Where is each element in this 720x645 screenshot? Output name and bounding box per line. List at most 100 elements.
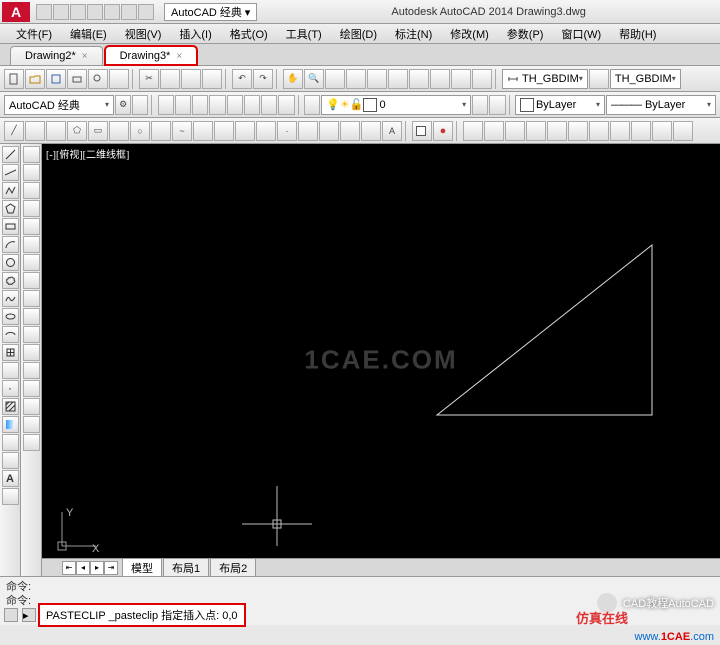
make-block-icon[interactable] — [2, 362, 19, 379]
hatch-icon[interactable] — [298, 121, 318, 141]
save-icon[interactable] — [46, 69, 66, 89]
point-icon[interactable]: · — [2, 380, 19, 397]
first-icon[interactable]: ⇤ — [62, 561, 76, 575]
qat-save-icon[interactable] — [70, 4, 86, 20]
drawing-canvas[interactable]: [-][俯视][二维线框] 1CAE.COM Y X ⇤ ◂ ▸ ⇥ 模型 布局… — [42, 144, 720, 576]
menu-view[interactable]: 视图(V) — [117, 24, 170, 44]
solid1-icon[interactable] — [463, 121, 483, 141]
layer-combo[interactable]: 💡 ☀ 🔓 0 ▾ — [321, 95, 471, 115]
workspace-dropdown[interactable]: AutoCAD 经典 ▾ — [164, 3, 257, 21]
rotate-icon[interactable] — [23, 254, 40, 271]
circle-icon[interactable]: ○ — [130, 121, 150, 141]
spline-icon[interactable] — [2, 290, 19, 307]
menu-dimension[interactable]: 标注(N) — [387, 24, 440, 44]
markup-icon[interactable] — [451, 69, 471, 89]
dim-linear-icon[interactable] — [589, 69, 609, 89]
solid11-icon[interactable] — [673, 121, 693, 141]
doc-tab-drawing2[interactable]: Drawing2* × — [10, 46, 103, 65]
sheet-set-icon[interactable] — [430, 69, 450, 89]
xline-icon[interactable] — [2, 164, 19, 181]
line-icon[interactable]: ╱ — [4, 121, 24, 141]
move-icon[interactable] — [23, 236, 40, 253]
osnap8-icon[interactable] — [278, 95, 294, 115]
arc-icon[interactable] — [2, 236, 19, 253]
solid6-icon[interactable] — [568, 121, 588, 141]
solid2-icon[interactable] — [484, 121, 504, 141]
preview-icon[interactable] — [88, 69, 108, 89]
zoom-icon[interactable]: 🔍 — [304, 69, 324, 89]
layout-tab-layout2[interactable]: 布局2 — [210, 558, 256, 577]
hatch-icon[interactable] — [2, 398, 19, 415]
app-logo[interactable]: A — [2, 2, 30, 22]
layer-manager-icon[interactable] — [304, 95, 320, 115]
osnap3-icon[interactable] — [192, 95, 208, 115]
redo-icon[interactable]: ↷ — [253, 69, 273, 89]
qat-saveas-icon[interactable] — [87, 4, 103, 20]
fillet-icon[interactable] — [23, 398, 40, 415]
revcloud-icon[interactable] — [151, 121, 171, 141]
solid7-icon[interactable] — [589, 121, 609, 141]
menu-tools[interactable]: 工具(T) — [278, 24, 330, 44]
addselected-icon[interactable] — [2, 488, 19, 505]
close-icon[interactable]: × — [176, 51, 182, 62]
array-icon[interactable] — [23, 218, 40, 235]
gradient-icon[interactable] — [2, 416, 19, 433]
chamfer-icon[interactable] — [23, 380, 40, 397]
solid10-icon[interactable] — [652, 121, 672, 141]
spline-icon[interactable]: ~ — [172, 121, 192, 141]
mtext-icon[interactable]: A — [382, 121, 402, 141]
color-combo[interactable]: ByLayer ▾ — [515, 95, 605, 115]
menu-window[interactable]: 窗口(W) — [553, 24, 609, 44]
ellipse-arc-icon[interactable] — [2, 326, 19, 343]
viewport-label[interactable]: [-][俯视][二维线框] — [46, 146, 129, 161]
qat-print-icon[interactable] — [104, 4, 120, 20]
osnap6-icon[interactable] — [244, 95, 260, 115]
new-icon[interactable] — [4, 69, 24, 89]
menu-help[interactable]: 帮助(H) — [611, 24, 664, 44]
trim-icon[interactable] — [23, 308, 40, 325]
ws-settings-icon[interactable]: ⚙ — [115, 95, 131, 115]
osnap7-icon[interactable] — [261, 95, 277, 115]
ws-save-icon[interactable] — [132, 95, 148, 115]
undo-icon[interactable]: ↶ — [232, 69, 252, 89]
explode-icon[interactable] — [23, 434, 40, 451]
print-icon[interactable] — [67, 69, 87, 89]
offset-icon[interactable] — [23, 200, 40, 217]
menu-parametric[interactable]: 参数(P) — [499, 24, 552, 44]
solid8-icon[interactable] — [610, 121, 630, 141]
design-center-icon[interactable] — [388, 69, 408, 89]
blend-icon[interactable] — [23, 416, 40, 433]
mirror-icon[interactable] — [23, 182, 40, 199]
menu-file[interactable]: 文件(F) — [8, 24, 60, 44]
cmd-run-icon[interactable]: ▸ — [22, 608, 36, 622]
insert-block-icon[interactable] — [2, 344, 19, 361]
match-icon[interactable] — [202, 69, 222, 89]
last-icon[interactable]: ⇥ — [104, 561, 118, 575]
polygon-icon[interactable] — [2, 200, 19, 217]
next-icon[interactable]: ▸ — [90, 561, 104, 575]
zoom-window-icon[interactable] — [325, 69, 345, 89]
prev-icon[interactable]: ◂ — [76, 561, 90, 575]
table-icon[interactable] — [361, 121, 381, 141]
ellipse-icon[interactable] — [193, 121, 213, 141]
solid4-icon[interactable] — [526, 121, 546, 141]
menu-edit[interactable]: 编辑(E) — [62, 24, 115, 44]
pan-icon[interactable]: ✋ — [283, 69, 303, 89]
render-icon[interactable]: ● — [433, 121, 453, 141]
solid9-icon[interactable] — [631, 121, 651, 141]
tool-palettes-icon[interactable] — [409, 69, 429, 89]
solid3-icon[interactable] — [505, 121, 525, 141]
erase-icon[interactable] — [23, 146, 40, 163]
pline-icon[interactable] — [46, 121, 66, 141]
linetype-combo[interactable]: ——— ByLayer ▾ — [606, 95, 716, 115]
osnap4-icon[interactable] — [209, 95, 225, 115]
point-icon[interactable]: · — [277, 121, 297, 141]
copy2-icon[interactable] — [23, 164, 40, 181]
pline-icon[interactable] — [2, 182, 19, 199]
revcloud-icon[interactable] — [2, 272, 19, 289]
region-icon[interactable] — [2, 434, 19, 451]
xline-icon[interactable] — [25, 121, 45, 141]
workspace-combo[interactable]: AutoCAD 经典▾ — [4, 95, 114, 115]
break-icon[interactable] — [23, 344, 40, 361]
cmd-icon[interactable] — [4, 608, 18, 622]
